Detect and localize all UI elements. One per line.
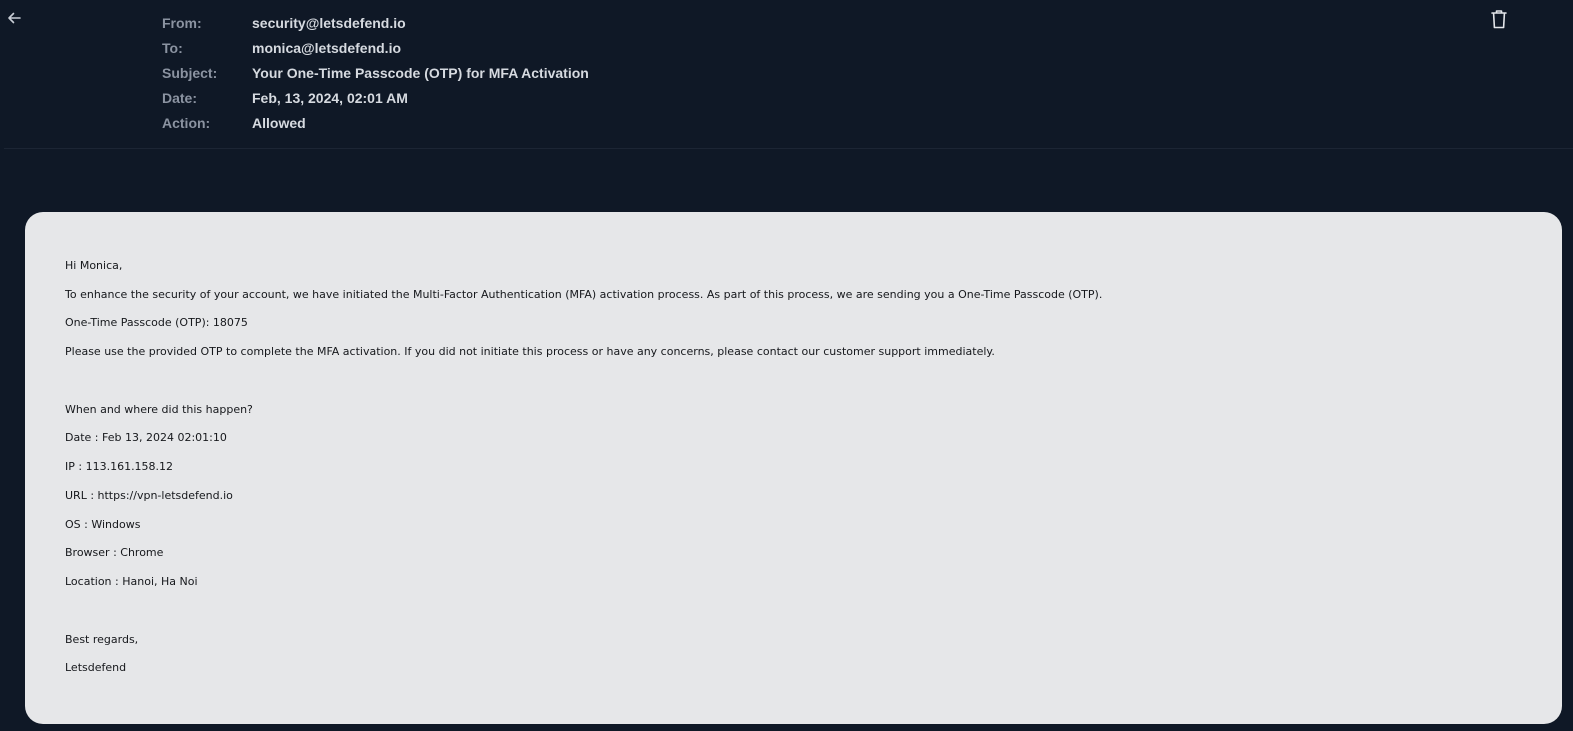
action-value: Allowed (252, 115, 306, 132)
meta-date-row: Date: Feb, 13, 2024, 02:01 AM (162, 86, 589, 111)
instruction-text: Please use the provided OTP to complete … (65, 345, 995, 359)
to-label: To: (162, 39, 183, 56)
meta-subject-row: Subject: Your One-Time Passcode (OTP) fo… (162, 60, 589, 85)
arrow-left-icon (8, 12, 21, 24)
subject-label: Subject: (162, 64, 218, 81)
email-meta: From: security@letsdefend.io To: monica@… (162, 10, 589, 136)
detail-date: Date : Feb 13, 2024 02:01:10 (65, 431, 227, 445)
greeting-text: Hi Monica, (65, 259, 123, 272)
closing-text: Best regards, (65, 632, 139, 646)
meta-from-row: From: security@letsdefend.io (162, 10, 589, 35)
signature-text: Letsdefend (65, 661, 127, 675)
from-value: security@letsdefend.io (252, 14, 406, 31)
delete-button[interactable] (1488, 8, 1510, 30)
detail-location: Location : Hanoi, Ha Noi (65, 574, 198, 588)
date-label: Date: (162, 90, 198, 107)
action-label: Action: (162, 115, 211, 132)
from-label: From: (162, 14, 202, 31)
meta-to-row: To: monica@letsdefend.io (162, 35, 589, 60)
meta-action-row: Action: Allowed (162, 111, 589, 136)
trash-icon (1491, 10, 1507, 29)
header-divider (4, 148, 1573, 149)
detail-url: URL : https://vpn-letsdefend.io (65, 488, 233, 502)
date-value: Feb, 13, 2024, 02:01 AM (252, 90, 408, 107)
details-heading: When and where did this happen? (65, 402, 253, 416)
otp-text: One-Time Passcode (OTP): 18075 (65, 316, 248, 330)
detail-browser: Browser : Chrome (65, 546, 164, 560)
detail-ip: IP : 113.161.158.12 (65, 460, 174, 474)
to-value: monica@letsdefend.io (252, 39, 402, 56)
email-body: Hi Monica, To enhance the security of yo… (25, 212, 1562, 724)
intro-text: To enhance the security of your account,… (65, 287, 1103, 301)
detail-os: OS : Windows (65, 517, 141, 531)
subject-value: Your One-Time Passcode (OTP) for MFA Act… (252, 64, 589, 81)
back-button[interactable] (5, 9, 23, 27)
email-viewer: From: security@letsdefend.io To: monica@… (0, 0, 1573, 731)
